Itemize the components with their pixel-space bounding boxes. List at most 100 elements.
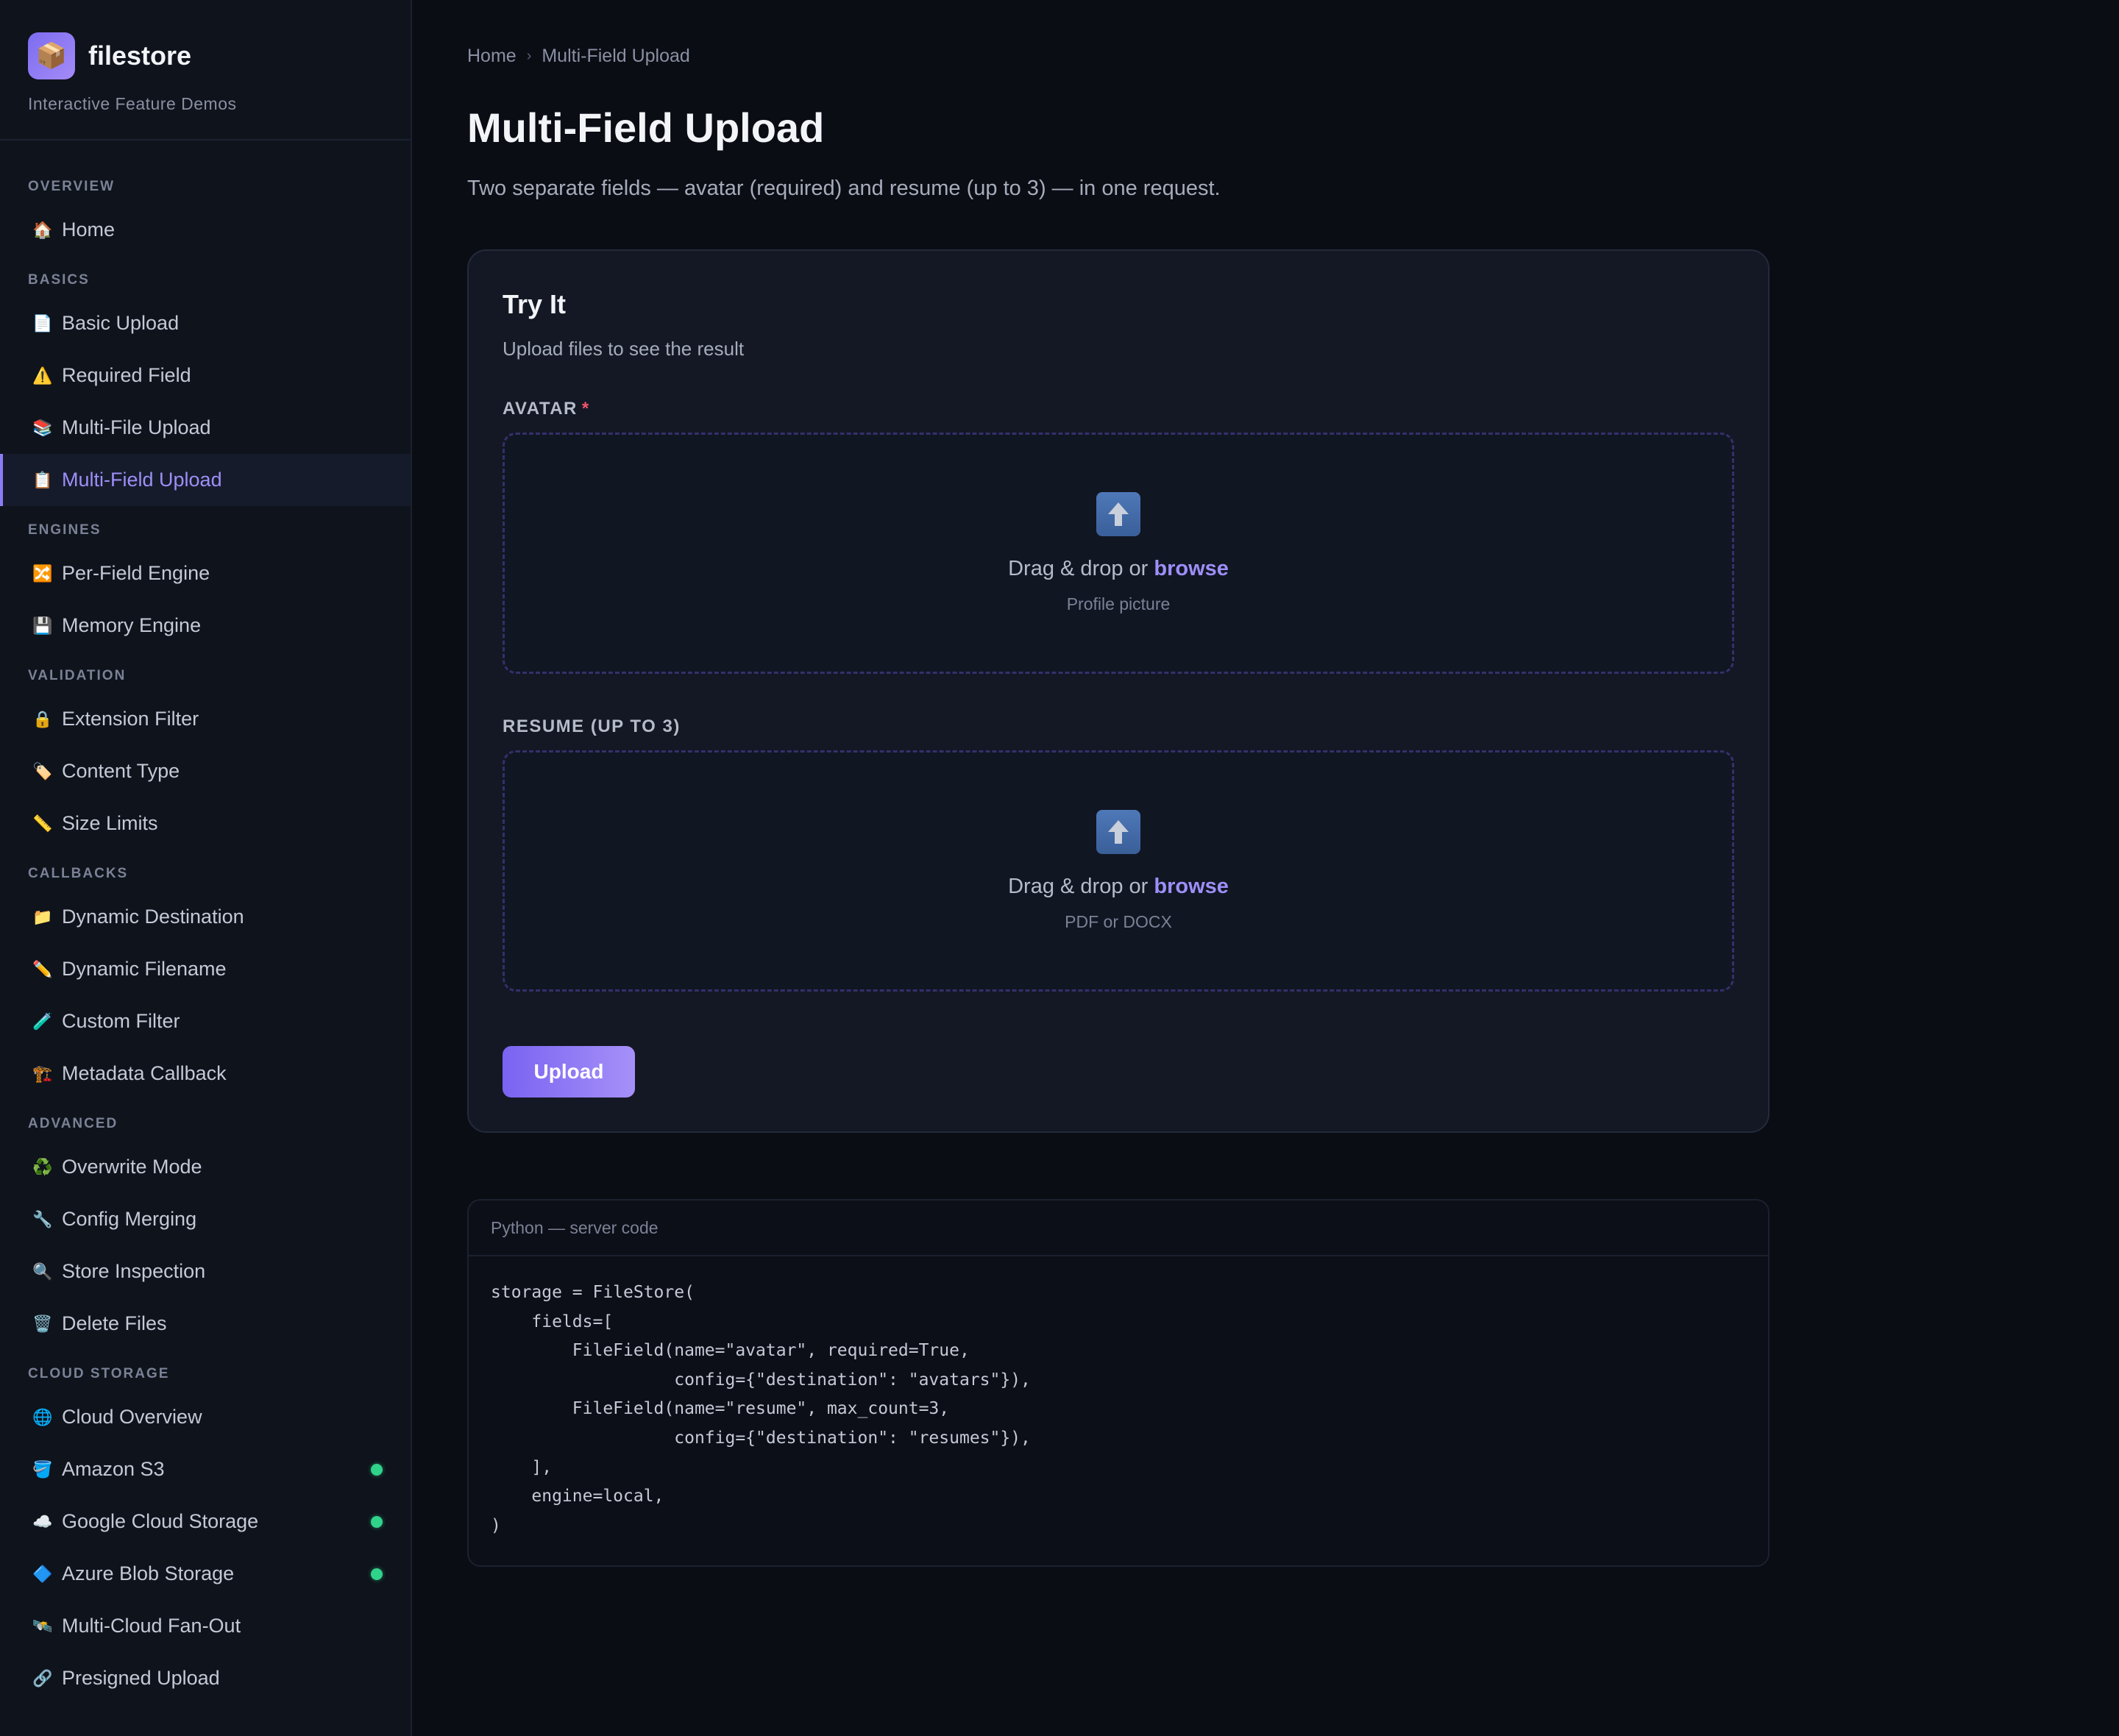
sidebar-item-dynamic-destination[interactable]: 📁 Dynamic Destination — [0, 891, 411, 943]
sidebar: 📦 filestore Interactive Feature Demos OV… — [0, 0, 412, 1736]
config-merging-icon: 🔧 — [32, 1209, 53, 1228]
sidebar-item-store-inspection[interactable]: 🔍 Store Inspection — [0, 1245, 411, 1298]
page-title: Multi-Field Upload — [467, 104, 825, 151]
breadcrumb-home-link[interactable]: Home — [467, 46, 517, 67]
nav-section-title: VALIDATION — [28, 668, 127, 683]
per-field-engine-icon: 🔀 — [32, 563, 53, 583]
nav-section-title: CLOUD STORAGE — [28, 1366, 170, 1381]
resume-browse-link[interactable]: browse — [1154, 875, 1229, 898]
card-subtitle: Upload files to see the result — [503, 338, 745, 360]
sidebar-item-size-limits[interactable]: 📏 Size Limits — [0, 797, 411, 850]
sidebar-item-cloud-overview[interactable]: 🌐 Cloud Overview — [0, 1391, 411, 1443]
page-description: Two separate fields — avatar (required) … — [467, 177, 1221, 200]
multi-cloud-fan-out-icon: 🛰️ — [32, 1616, 53, 1635]
sidebar-item-label: Multi-File Upload — [62, 416, 211, 438]
sidebar-item-label: Size Limits — [62, 812, 158, 834]
multi-field-upload-icon: 📋 — [32, 470, 53, 489]
sidebar-item-label: Metadata Callback — [62, 1062, 227, 1084]
sidebar-item-dynamic-filename[interactable]: ✏️ Dynamic Filename — [0, 943, 411, 995]
dynamic-destination-icon: 📁 — [32, 907, 53, 926]
main-content: Home › Multi-Field Upload Multi-Field Up… — [412, 0, 2119, 1736]
sidebar-item-metadata-callback[interactable]: 🏗️ Metadata Callback — [0, 1047, 411, 1100]
sidebar-item-custom-filter[interactable]: 🧪 Custom Filter — [0, 995, 411, 1047]
breadcrumb: Home › Multi-Field Upload — [467, 46, 2119, 67]
sidebar-item-label: Multi-Cloud Fan-Out — [62, 1615, 241, 1637]
sidebar-item-extension-filter[interactable]: 🔒 Extension Filter — [0, 693, 411, 745]
package-icon: 📦 — [28, 32, 75, 79]
upload-arrow-icon — [1096, 810, 1140, 854]
azure-blob-storage-icon: 🔷 — [32, 1564, 53, 1583]
avatar-browse-link[interactable]: browse — [1154, 557, 1229, 580]
size-limits-icon: 📏 — [32, 814, 53, 833]
avatar-label-text: AVATAR — [503, 399, 578, 419]
sidebar-item-multi-field-upload[interactable]: 📋 Multi-Field Upload — [0, 454, 411, 506]
upload-button[interactable]: Upload — [503, 1046, 635, 1098]
sidebar-item-content-type[interactable]: 🏷️ Content Type — [0, 745, 411, 797]
cloud-overview-icon: 🌐 — [32, 1407, 53, 1426]
sidebar-item-label: Overwrite Mode — [62, 1156, 202, 1178]
custom-filter-icon: 🧪 — [32, 1011, 53, 1031]
sidebar-item-per-field-engine[interactable]: 🔀 Per-Field Engine — [0, 547, 411, 600]
sidebar-item-overwrite-mode[interactable]: ♻️ Overwrite Mode — [0, 1141, 411, 1193]
status-dot-icon — [371, 1515, 383, 1528]
metadata-callback-icon: 🏗️ — [32, 1064, 53, 1083]
nav-section-title: OVERVIEW — [28, 179, 116, 194]
store-inspection-icon: 🔍 — [32, 1262, 53, 1281]
sidebar-nav: OVERVIEW 🏠 Home BASICS 📄 Basic Upload ⚠️ Requir… — [0, 140, 411, 1704]
code-card: Python — server code storage = FileStore… — [467, 1199, 1770, 1568]
sidebar-item-label: Multi-Field Upload — [62, 469, 222, 491]
home-icon: 🏠 — [32, 220, 53, 239]
avatar-label: AVATAR * — [503, 399, 1734, 419]
nav-section-title: CALLBACKS — [28, 866, 129, 881]
chevron-right-icon: › — [526, 48, 532, 64]
sidebar-item-label: Dynamic Filename — [62, 958, 227, 980]
sidebar-item-label: Custom Filter — [62, 1010, 180, 1032]
sidebar-item-label: Content Type — [62, 760, 180, 782]
resume-label: RESUME (UP TO 3) — [503, 716, 1734, 737]
required-field-icon: ⚠️ — [32, 366, 53, 385]
sidebar-item-required-field[interactable]: ⚠️ Required Field — [0, 349, 411, 402]
upload-arrow-icon — [1096, 492, 1140, 536]
sidebar-item-label: Cloud Overview — [62, 1406, 202, 1428]
content-type-icon: 🏷️ — [32, 761, 53, 780]
avatar-dropzone[interactable]: Drag & drop or browse Profile picture — [503, 433, 1734, 674]
memory-engine-icon: 💾 — [32, 616, 53, 635]
required-marker: * — [581, 399, 590, 419]
resume-label-text: RESUME (UP TO 3) — [503, 716, 681, 736]
sidebar-item-config-merging[interactable]: 🔧 Config Merging — [0, 1193, 411, 1245]
sidebar-item-home[interactable]: 🏠 Home — [0, 204, 411, 256]
delete-files-icon: 🗑️ — [32, 1314, 53, 1333]
status-dot-icon — [371, 1463, 383, 1476]
sidebar-item-basic-upload[interactable]: 📄 Basic Upload — [0, 297, 411, 349]
google-cloud-storage-icon: ☁️ — [32, 1512, 53, 1531]
sidebar-item-label: Memory Engine — [62, 614, 202, 636]
resume-drop-text: Drag & drop or browse — [1008, 875, 1229, 899]
nav-section-title: BASICS — [28, 272, 90, 288]
extension-filter-icon: 🔒 — [32, 709, 53, 728]
overwrite-mode-icon: ♻️ — [32, 1157, 53, 1176]
resume-dropzone[interactable]: Drag & drop or browse PDF or DOCX — [503, 750, 1734, 992]
try-it-card: Try It Upload files to see the result AV… — [467, 249, 1770, 1133]
drop-text: Drag & drop or — [1008, 875, 1154, 898]
sidebar-item-label: Dynamic Destination — [62, 906, 244, 928]
sidebar-item-label: Home — [62, 218, 116, 241]
sidebar-item-google-cloud-storage[interactable]: ☁️ Google Cloud Storage — [0, 1495, 411, 1548]
breadcrumb-current: Multi-Field Upload — [542, 46, 690, 66]
sidebar-item-presigned-upload[interactable]: 🔗 Presigned Upload — [0, 1652, 411, 1704]
sidebar-item-amazon-s3[interactable]: 🪣 Amazon S3 — [0, 1443, 411, 1495]
sidebar-item-memory-engine[interactable]: 💾 Memory Engine — [0, 600, 411, 652]
sidebar-item-multi-file-upload[interactable]: 📚 Multi-File Upload — [0, 402, 411, 454]
nav-section-title: ENGINES — [28, 522, 102, 538]
multi-file-upload-icon: 📚 — [32, 418, 53, 437]
nav-section-title: ADVANCED — [28, 1116, 118, 1131]
brand-subtitle: Interactive Feature Demos — [28, 94, 237, 113]
sidebar-item-label: Per-Field Engine — [62, 562, 210, 584]
sidebar-item-label: Basic Upload — [62, 312, 180, 334]
sidebar-item-multi-cloud-fan-out[interactable]: 🛰️ Multi-Cloud Fan-Out — [0, 1600, 411, 1652]
sidebar-item-azure-blob-storage[interactable]: 🔷 Azure Blob Storage — [0, 1548, 411, 1600]
amazon-s3-icon: 🪣 — [32, 1459, 53, 1479]
sidebar-item-label: Presigned Upload — [62, 1667, 220, 1689]
sidebar-item-label: Store Inspection — [62, 1260, 206, 1282]
brand-header: 📦 filestore Interactive Feature Demos — [0, 0, 411, 140]
sidebar-item-delete-files[interactable]: 🗑️ Delete Files — [0, 1298, 411, 1350]
